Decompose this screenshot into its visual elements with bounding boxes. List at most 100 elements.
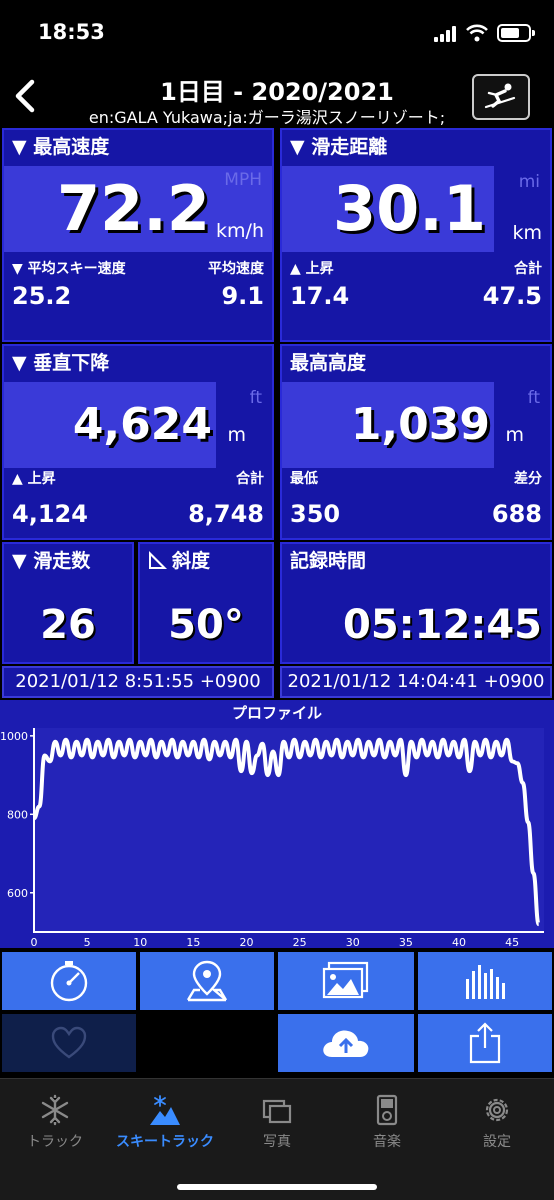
record-time-value: 05:12:45 [343, 602, 542, 648]
map-button[interactable] [140, 952, 274, 1010]
avg-speed-value: 9.1 [221, 282, 264, 310]
vertical-total-value: 8,748 [188, 500, 264, 528]
vertical-unit-alt: ft [249, 388, 262, 408]
distance-value: 30.1 [333, 172, 486, 245]
skier-mode-button[interactable] [472, 74, 530, 120]
max-speed-panel[interactable]: ▼ 最高速度 72.2 MPH km/h ▼ 平均スキー速度 平均速度 25.2… [2, 128, 274, 342]
x-tick-label: 45 [505, 936, 519, 948]
tab-music[interactable]: 音楽 [332, 1087, 442, 1157]
altitude-min-label: 最低 [290, 471, 318, 487]
skier-icon [484, 83, 516, 109]
chart-title: プロファイル [232, 704, 322, 722]
avg-ski-speed-label: ▼ 平均スキー速度 [12, 261, 126, 277]
tab-track[interactable]: トラック [0, 1087, 110, 1157]
slope-title: 斜度 [172, 550, 211, 572]
tab-bar: トラック スキートラック 写真 音楽 設定 [0, 1078, 554, 1200]
resort-name: en:GALA Yukawa;ja:ガーラ湯沢スノーリゾート; [88, 108, 446, 127]
signal-icon [434, 26, 458, 42]
slope-icon [149, 551, 167, 569]
tab-photos-label: 写真 [263, 1134, 291, 1150]
share-icon [469, 1022, 501, 1064]
avg-speed-label: 平均速度 [208, 261, 264, 277]
bar-chart-icon [466, 965, 505, 999]
tab-track-label: トラック [27, 1134, 83, 1150]
stats-button[interactable] [418, 952, 552, 1010]
x-tick-label: 25 [293, 936, 307, 948]
end-time: 2021/01/12 14:04:41 +0900 [280, 666, 552, 698]
profile-chart-svg: プロファイル 600 800 1000 0 5 10 15 20 25 30 35 40 45 [0, 704, 544, 948]
upload-cloud-button[interactable] [278, 1014, 414, 1072]
slope-panel[interactable]: 斜度 50° [138, 542, 274, 664]
status-time: 18:53 [38, 20, 105, 44]
tab-ski-track[interactable]: スキートラック [110, 1087, 220, 1157]
stopwatch-icon [50, 961, 88, 1002]
altitude-panel[interactable]: 最高高度 1,039 ft m 最低 差分 350 688 [280, 344, 552, 540]
cloud-upload-icon [323, 1030, 369, 1057]
photos-icon [322, 961, 369, 999]
record-time-title: 記録時間 [290, 550, 367, 572]
record-time-panel[interactable]: 記録時間 05:12:45 [280, 542, 552, 664]
home-indicator[interactable] [177, 1184, 377, 1190]
altitude-value: 1,039 [350, 399, 490, 450]
gear-icon [485, 1098, 509, 1122]
profile-chart[interactable]: プロファイル 600 800 1000 0 5 10 15 20 25 30 35 40 45 [0, 700, 554, 948]
vertical-title: ▼ 垂直下降 [12, 352, 110, 374]
x-tick-label: 15 [186, 936, 200, 948]
tab-ski-track-label: スキートラック [116, 1134, 214, 1150]
y-tick-label: 1000 [0, 730, 28, 743]
distance-total-value: 47.5 [482, 282, 542, 310]
health-button[interactable] [2, 1014, 136, 1072]
altitude-unit-alt: ft [527, 388, 540, 408]
tab-settings[interactable]: 設定 [442, 1087, 552, 1157]
x-tick-label: 40 [452, 936, 466, 948]
tab-music-label: 音楽 [373, 1134, 401, 1150]
mountain-snow-icon [150, 1095, 180, 1125]
page-title: 1日目 - 2020/2021 [160, 78, 394, 106]
back-button[interactable] [8, 76, 44, 116]
max-speed-unit: km/h [216, 220, 264, 242]
x-tick-label: 20 [240, 936, 254, 948]
map-pin-icon [186, 960, 228, 1002]
runs-title: ▼ 滑走数 [12, 550, 91, 572]
distance-unit-alt: mi [518, 172, 540, 192]
heart-icon [51, 1026, 87, 1059]
avg-ski-speed-value: 25.2 [12, 282, 72, 310]
runs-value: 26 [40, 602, 96, 648]
battery-icon [497, 24, 535, 42]
altitude-diff-value: 688 [491, 500, 542, 528]
altitude-unit: m [505, 424, 524, 446]
y-tick-label: 800 [7, 808, 28, 821]
distance-up-label: ▲ 上昇 [290, 261, 334, 277]
max-speed-value: 72.2 [57, 172, 210, 245]
distance-panel[interactable]: ▼ 滑走距離 30.1 mi km ▲ 上昇 合計 17.4 47.5 [280, 128, 552, 342]
altitude-diff-label: 差分 [514, 471, 542, 487]
share-button[interactable] [418, 1014, 552, 1072]
x-tick-label: 5 [84, 936, 91, 948]
tab-settings-label: 設定 [483, 1134, 511, 1150]
vertical-total-label: 合計 [236, 471, 264, 487]
tab-photos[interactable]: 写真 [222, 1087, 332, 1157]
snowflake-icon [41, 1094, 69, 1126]
distance-up-value: 17.4 [290, 282, 350, 310]
vertical-value: 4,624 [72, 399, 212, 450]
start-time: 2021/01/12 8:51:55 +0900 [2, 666, 274, 698]
altitude-min-value: 350 [290, 500, 341, 528]
altitude-title: 最高高度 [290, 352, 367, 374]
nav-header: 1日目 - 2020/2021 en:GALA Yukawa;ja:ガーラ湯沢ス… [0, 66, 554, 128]
vertical-unit: m [227, 424, 246, 446]
distance-total-label: 合計 [514, 261, 542, 277]
vertical-up-value: 4,124 [12, 500, 88, 528]
status-bar: 18:53 [0, 0, 554, 66]
wifi-icon [466, 24, 488, 42]
y-tick-label: 600 [7, 887, 28, 900]
vertical-panel[interactable]: ▼ 垂直下降 4,624 ft m ▲ 上昇 合計 4,124 8,748 [2, 344, 274, 540]
photos-button[interactable] [278, 952, 414, 1010]
runs-panel[interactable]: ▼ 滑走数 26 [2, 542, 134, 664]
x-tick-label: 30 [346, 936, 360, 948]
distance-unit: km [512, 222, 542, 244]
stopwatch-button[interactable] [2, 952, 136, 1010]
max-speed-unit-alt: MPH [224, 170, 262, 190]
distance-title: ▼ 滑走距離 [290, 136, 388, 158]
max-speed-title: ▼ 最高速度 [12, 136, 110, 158]
photo-frame-icon [262, 1099, 292, 1124]
